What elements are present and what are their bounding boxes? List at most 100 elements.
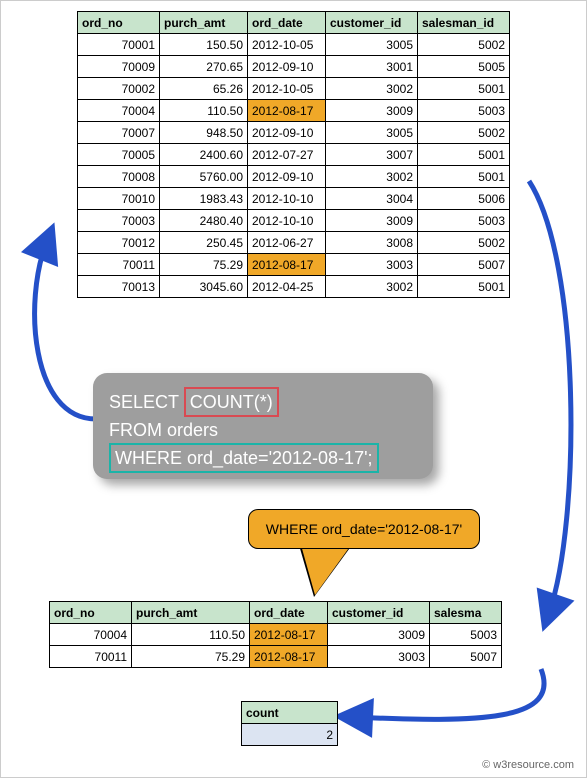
- cell-purch_amt: 2480.40: [160, 210, 248, 232]
- cell-salesman_id: 5002: [418, 122, 510, 144]
- cell-purch_amt: 948.50: [160, 122, 248, 144]
- cell-customer_id: 3008: [326, 232, 418, 254]
- th-ord-no: ord_no: [78, 12, 160, 34]
- cell-salesman_id: 5001: [418, 78, 510, 100]
- cell-purch_amt: 1983.43: [160, 188, 248, 210]
- cell-customer_id: 3009: [326, 100, 418, 122]
- cell-salesman_id: 5002: [418, 232, 510, 254]
- count-header: count: [242, 702, 338, 724]
- cell-ord_date: 2012-08-17: [248, 254, 326, 276]
- filtered-orders-table: ord_no purch_amt ord_date customer_id sa…: [49, 601, 502, 668]
- cell-purch_amt: 110.50: [160, 100, 248, 122]
- count-result-table: count 2: [241, 701, 338, 746]
- cell-ord_no: 70004: [78, 100, 160, 122]
- sql-where-highlight: WHERE ord_date='2012-08-17';: [109, 443, 379, 473]
- cell-ord_date: 2012-08-17: [248, 100, 326, 122]
- cell-ord_date: 2012-04-25: [248, 276, 326, 298]
- table-row: 700101983.432012-10-1030045006: [78, 188, 510, 210]
- cell-salesman_id: 5003: [430, 624, 502, 646]
- cell-ord_date: 2012-06-27: [248, 232, 326, 254]
- cell-customer_id: 3002: [326, 78, 418, 100]
- cell-purch_amt: 270.65: [160, 56, 248, 78]
- th-purch-amt: purch_amt: [160, 12, 248, 34]
- table-row: 70004110.502012-08-1730095003: [78, 100, 510, 122]
- cell-customer_id: 3001: [326, 56, 418, 78]
- table-row: 70012250.452012-06-2730085002: [78, 232, 510, 254]
- cell-purch_amt: 75.29: [132, 646, 250, 668]
- fth-ord-date: ord_date: [250, 602, 328, 624]
- cell-salesman_id: 5001: [418, 276, 510, 298]
- sql-line-1: SELECT COUNT(*): [109, 387, 417, 417]
- cell-ord_no: 70011: [78, 254, 160, 276]
- cell-ord_date: 2012-10-10: [248, 210, 326, 232]
- cell-ord_no: 70005: [78, 144, 160, 166]
- cell-ord_no: 70003: [78, 210, 160, 232]
- sql-from: FROM orders: [109, 417, 417, 443]
- cell-customer_id: 3005: [326, 34, 418, 56]
- cell-ord_date: 2012-08-17: [250, 624, 328, 646]
- th-ord-date: ord_date: [248, 12, 326, 34]
- cell-purch_amt: 65.26: [160, 78, 248, 100]
- cell-ord_no: 70012: [78, 232, 160, 254]
- cell-ord_date: 2012-10-05: [248, 78, 326, 100]
- cell-salesman_id: 5002: [418, 34, 510, 56]
- table-row: 70007948.502012-09-1030055002: [78, 122, 510, 144]
- th-salesman-id: salesman_id: [418, 12, 510, 34]
- th-customer-id: customer_id: [326, 12, 418, 34]
- cell-ord_no: 70001: [78, 34, 160, 56]
- cell-ord_no: 70004: [50, 624, 132, 646]
- cell-customer_id: 3004: [326, 188, 418, 210]
- where-callout: WHERE ord_date='2012-08-17': [248, 509, 480, 549]
- cell-salesman_id: 5007: [430, 646, 502, 668]
- cell-ord_date: 2012-09-10: [248, 122, 326, 144]
- cell-ord_date: 2012-07-27: [248, 144, 326, 166]
- callout-tail: [301, 545, 351, 595]
- table-row: 700133045.602012-04-2530025001: [78, 276, 510, 298]
- cell-salesman_id: 5001: [418, 166, 510, 188]
- table-row: 700085760.002012-09-1030025001: [78, 166, 510, 188]
- cell-ord_date: 2012-09-10: [248, 166, 326, 188]
- fth-purch-amt: purch_amt: [132, 602, 250, 624]
- cell-customer_id: 3003: [328, 646, 430, 668]
- table-row: 7001175.292012-08-1730035007: [50, 646, 502, 668]
- cell-purch_amt: 2400.60: [160, 144, 248, 166]
- cell-customer_id: 3003: [326, 254, 418, 276]
- main-orders-table: ord_no purch_amt ord_date customer_id sa…: [77, 11, 510, 298]
- cell-salesman_id: 5007: [418, 254, 510, 276]
- count-value: 2: [242, 724, 338, 746]
- cell-purch_amt: 110.50: [132, 624, 250, 646]
- cell-ord_no: 70002: [78, 78, 160, 100]
- sql-line-3: WHERE ord_date='2012-08-17';: [109, 443, 417, 473]
- cell-customer_id: 3009: [328, 624, 430, 646]
- cell-customer_id: 3009: [326, 210, 418, 232]
- cell-salesman_id: 5006: [418, 188, 510, 210]
- table-row: 7001175.292012-08-1730035007: [78, 254, 510, 276]
- table-row: 7000265.262012-10-0530025001: [78, 78, 510, 100]
- cell-salesman_id: 5005: [418, 56, 510, 78]
- cell-ord_date: 2012-09-10: [248, 56, 326, 78]
- cell-purch_amt: 5760.00: [160, 166, 248, 188]
- cell-ord_date: 2012-10-05: [248, 34, 326, 56]
- cell-purch_amt: 150.50: [160, 34, 248, 56]
- cell-purch_amt: 75.29: [160, 254, 248, 276]
- sql-count-highlight: COUNT(*): [184, 387, 279, 417]
- sql-select: SELECT: [109, 392, 179, 412]
- cell-customer_id: 3005: [326, 122, 418, 144]
- cell-ord_no: 70008: [78, 166, 160, 188]
- table-row: 70001150.502012-10-0530055002: [78, 34, 510, 56]
- cell-salesman_id: 5003: [418, 210, 510, 232]
- cell-customer_id: 3002: [326, 276, 418, 298]
- cell-salesman_id: 5003: [418, 100, 510, 122]
- fth-customer-id: customer_id: [328, 602, 430, 624]
- cell-ord_no: 70013: [78, 276, 160, 298]
- cell-salesman_id: 5001: [418, 144, 510, 166]
- fth-ord-no: ord_no: [50, 602, 132, 624]
- attribution: © w3resource.com: [482, 759, 574, 771]
- cell-ord_no: 70007: [78, 122, 160, 144]
- cell-customer_id: 3007: [326, 144, 418, 166]
- cell-ord_no: 70010: [78, 188, 160, 210]
- table-row: 70009270.652012-09-1030015005: [78, 56, 510, 78]
- callout-text: WHERE ord_date='2012-08-17': [266, 521, 462, 537]
- table-row: 700032480.402012-10-1030095003: [78, 210, 510, 232]
- sql-query-box: SELECT COUNT(*) FROM orders WHERE ord_da…: [93, 373, 433, 479]
